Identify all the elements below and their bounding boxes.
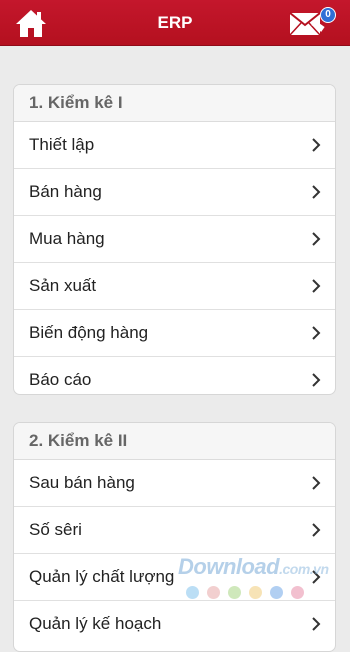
section-title: 1. Kiểm kê I: [14, 85, 335, 122]
menu-item-ban-hang[interactable]: Bán hàng: [14, 169, 335, 216]
chevron-right-icon: [312, 523, 321, 537]
menu-item-sau-ban-hang[interactable]: Sau bán hàng: [14, 460, 335, 507]
menu-item-bao-cao[interactable]: Báo cáo: [14, 357, 335, 394]
chevron-right-icon: [312, 570, 321, 584]
menu-item-label: Quản lý kế hoạch: [29, 614, 162, 633]
menu-item-label: Sản xuất: [29, 276, 97, 295]
menu-item-label: Biến động hàng: [29, 323, 149, 342]
chevron-right-icon: [312, 476, 321, 490]
menu-item-label: Số sêri: [29, 520, 82, 539]
unread-badge: 0: [320, 7, 336, 23]
top-bar: ERP 0: [0, 0, 350, 46]
chevron-right-icon: [312, 232, 321, 246]
chevron-right-icon: [312, 373, 321, 387]
chevron-right-icon: [312, 617, 321, 631]
section-kiem-ke-2: 2. Kiểm kê II Sau bán hàng Số sêri Quản …: [13, 422, 336, 652]
home-icon: [16, 10, 46, 37]
menu-item-so-seri[interactable]: Số sêri: [14, 507, 335, 554]
menu-item-label: Bán hàng: [29, 182, 102, 201]
menu-item-bien-dong-hang[interactable]: Biến động hàng: [14, 310, 335, 357]
menu-item-label: Sau bán hàng: [29, 473, 135, 492]
chevron-right-icon: [312, 138, 321, 152]
chevron-right-icon: [312, 326, 321, 340]
menu-item-quan-ly-chat-luong[interactable]: Quản lý chất lượng: [14, 554, 335, 601]
section-kiem-ke-1: 1. Kiểm kê I Thiết lập Bán hàng Mua hàng…: [13, 84, 336, 395]
chevron-right-icon: [312, 185, 321, 199]
menu-item-san-xuat[interactable]: Sản xuất: [14, 263, 335, 310]
menu-item-label: Thiết lập: [29, 135, 95, 154]
menu-item-thiet-lap[interactable]: Thiết lập: [14, 122, 335, 169]
menu-item-label: Báo cáo: [29, 370, 92, 389]
menu-item-label: Mua hàng: [29, 229, 105, 248]
chevron-right-icon: [312, 279, 321, 293]
menu-item-quan-ly-ke-hoach[interactable]: Quản lý kế hoạch: [14, 601, 335, 647]
menu-item-mua-hang[interactable]: Mua hàng: [14, 216, 335, 263]
menu-item-label: Quản lý chất lượng: [29, 567, 175, 586]
home-button[interactable]: [14, 7, 48, 39]
section-title: 2. Kiểm kê II: [14, 423, 335, 460]
